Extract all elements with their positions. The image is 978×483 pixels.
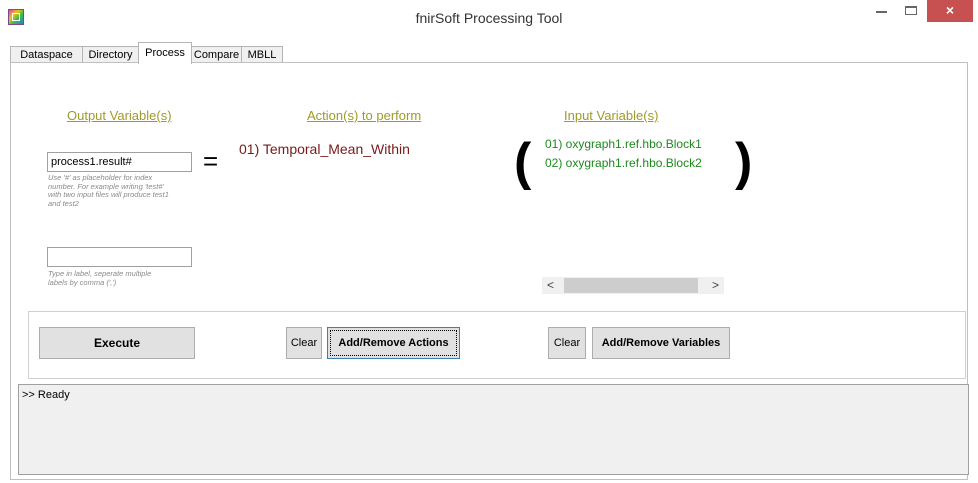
maximize-button[interactable] (896, 0, 926, 22)
label-hint: Type in label, seperate multiple labels … (48, 269, 152, 287)
scroll-right-arrow[interactable]: > (707, 277, 724, 294)
scrollbar-thumb[interactable] (564, 278, 698, 293)
tab-strip: Dataspace Directory Process Compare MBLL (10, 42, 970, 64)
close-button[interactable]: × (927, 0, 973, 22)
clear-actions-button[interactable]: Clear (286, 327, 322, 359)
output-variables-header: Output Variable(s) (67, 108, 172, 123)
minimize-button[interactable] (866, 0, 896, 22)
execute-button[interactable]: Execute (39, 327, 195, 359)
input-list-item[interactable]: 01) oxygraph1.ref.hbo.Block1 (545, 137, 702, 151)
clear-variables-button[interactable]: Clear (548, 327, 586, 359)
scroll-left-arrow[interactable]: < (542, 277, 559, 294)
open-paren: ( (514, 133, 532, 191)
add-remove-variables-button[interactable]: Add/Remove Variables (592, 327, 730, 359)
input-list-item[interactable]: 02) oxygraph1.ref.hbo.Block2 (545, 156, 702, 170)
action-list-item[interactable]: 01) Temporal_Mean_Within (239, 141, 410, 157)
equals-sign: = (203, 146, 219, 176)
input-variables-header: Input Variable(s) (564, 108, 659, 123)
label-input[interactable] (47, 247, 192, 267)
log-output[interactable]: >> Ready (18, 384, 969, 475)
add-remove-actions-button[interactable]: Add/Remove Actions (327, 327, 460, 359)
tab-mbll[interactable]: MBLL (241, 46, 283, 63)
tab-directory[interactable]: Directory (82, 46, 139, 63)
title-bar: fnirSoft Processing Tool × (0, 0, 978, 42)
actions-header: Action(s) to perform (307, 108, 422, 123)
output-hint: Use '#' as placeholder for index number.… (48, 173, 169, 208)
tab-compare[interactable]: Compare (191, 46, 242, 63)
close-paren: ) (735, 133, 753, 191)
tab-process[interactable]: Process (138, 42, 192, 64)
input-list-scrollbar[interactable]: < > (542, 277, 724, 294)
log-text: >> Ready (22, 389, 70, 401)
output-variable-input[interactable]: process1.result# (47, 152, 192, 172)
tab-dataspace[interactable]: Dataspace (10, 46, 83, 63)
window-title: fnirSoft Processing Tool (415, 10, 563, 26)
